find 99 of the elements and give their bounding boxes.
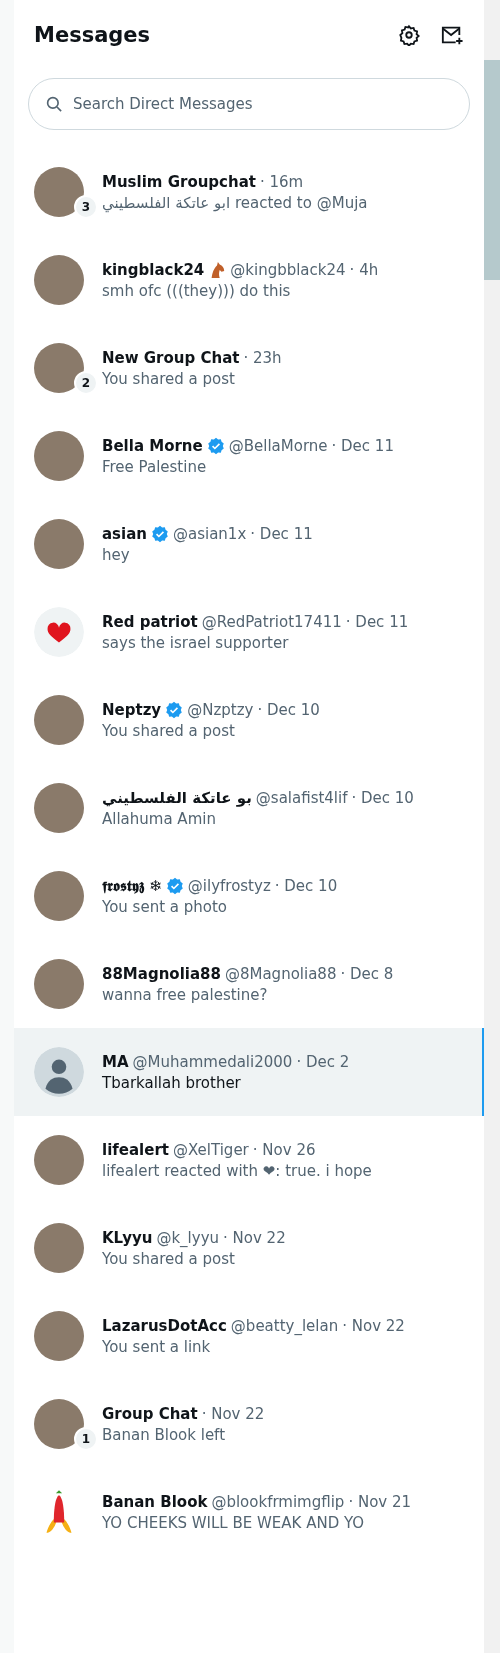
user-handle: @blookfrmimgflip	[211, 1492, 345, 1511]
message-time: · Nov 26	[252, 1140, 316, 1159]
page-title: Messages	[34, 23, 151, 47]
settings-icon[interactable]	[398, 24, 420, 46]
message-time: · 23h	[243, 348, 282, 367]
contact-name: KLyyu	[102, 1228, 153, 1247]
avatar-photo-placeholder	[34, 1223, 84, 1273]
user-handle: @salafist4lif	[255, 788, 348, 807]
conversation-item[interactable]: KLyyu @k_lyyu · Nov 22 You shared a post	[14, 1204, 484, 1292]
message-time: · Dec 11	[331, 436, 394, 455]
message-preview: Free Palestine	[102, 457, 208, 476]
contact-name: LazarusDotAcc	[102, 1316, 227, 1335]
user-handle: @kingbblack24	[230, 260, 346, 279]
avatar-photo-placeholder	[34, 871, 84, 921]
unread-count: 1	[74, 1427, 98, 1451]
unread-count: 2	[74, 371, 98, 395]
conversation-item[interactable]: Red patriot @RedPatriot17411 · Dec 11 says the israel supporter	[14, 588, 484, 676]
user-handle: @ilyfrostyz	[187, 876, 271, 895]
search-icon	[45, 95, 63, 113]
avatar-photo-placeholder	[34, 783, 84, 833]
message-preview: You shared a post	[102, 1249, 236, 1268]
unread-count: 3	[74, 195, 98, 219]
message-preview: Allahuma Amin	[102, 809, 217, 828]
message-preview: You shared a post	[102, 721, 236, 740]
user-handle: @XelTiger	[173, 1140, 249, 1159]
user-handle: @8Magnolia88	[224, 964, 337, 983]
message-time: · 16m	[259, 172, 304, 191]
conversation-item[interactable]: lifealert @XelTiger · Nov 26 lifealert reacted with ❤: true. i hope	[14, 1116, 484, 1204]
contact-name: New Group Chat	[102, 348, 240, 367]
conversation-item[interactable]: kingblack24 @kingbblack24 · 4h smh ofc (((they))) do this	[14, 236, 484, 324]
heart-avatar-icon	[34, 607, 84, 657]
contact-name: Muslim Groupchat	[102, 172, 256, 191]
avatar-photo-placeholder	[34, 519, 84, 569]
message-preview: says the israel supporter	[102, 633, 290, 652]
message-preview: Banan Blook left	[102, 1425, 227, 1444]
contact-name: Neptzy	[102, 700, 162, 719]
message-preview: YO CHEEKS WILL BE WEAK AND YO	[102, 1513, 366, 1532]
message-time: · Dec 10	[274, 876, 338, 895]
user-handle: @Nzptzy	[187, 700, 254, 719]
contact-name: Bella Morne	[102, 436, 203, 455]
message-time: · Dec 11	[345, 612, 409, 631]
message-time: · Dec 10	[351, 788, 414, 807]
contact-name: 88Magnolia88	[102, 964, 221, 983]
new-message-icon[interactable]	[440, 24, 464, 46]
avatar-photo-placeholder	[34, 255, 84, 305]
contact-name: Banan Blook	[102, 1492, 208, 1511]
avatar-photo-placeholder	[34, 1135, 84, 1185]
conversation-item[interactable]: 2 New Group Chat · 23h You shared a post	[14, 324, 484, 412]
contact-name: بو عاتكة الفلسطيني	[102, 788, 252, 807]
message-time: · Nov 22	[342, 1316, 405, 1335]
conversation-item[interactable]: asian @asian1x · Dec 11 hey	[14, 500, 484, 588]
contact-name: MA	[102, 1052, 129, 1071]
conversation-item[interactable]: 88Magnolia88 @8Magnolia88 · Dec 8 wanna free palestine?	[14, 940, 484, 1028]
user-handle: @beatty_lelan	[230, 1316, 339, 1335]
message-preview: Tbarkallah brother	[102, 1073, 242, 1092]
message-time: · Dec 10	[257, 700, 320, 719]
message-preview: You shared a post	[102, 369, 236, 388]
message-time: · Nov 21	[348, 1492, 412, 1511]
avatar-photo-placeholder	[34, 695, 84, 745]
user-handle: @Muhammedali2000	[132, 1052, 293, 1071]
conversation-item[interactable]: Banan Blook @blookfrmimgflip · Nov 21 YO CHEEKS WILL BE WEAK AND YO	[14, 1468, 484, 1556]
search-input[interactable]: Search Direct Messages	[71, 94, 453, 114]
message-preview: You sent a photo	[102, 897, 229, 916]
avatar-photo-placeholder	[34, 1311, 84, 1361]
message-preview: You sent a link	[102, 1337, 212, 1356]
conversation-item[interactable]: MA @Muhammedali2000 · Dec 2 Tbarkallah brother	[14, 1028, 484, 1116]
contact-name: Red patriot	[102, 612, 198, 631]
message-time: · Dec 8	[340, 964, 394, 983]
contact-name: asian	[102, 524, 147, 543]
conversation-item[interactable]: LazarusDotAcc @beatty_lelan · Nov 22 You sent a link	[14, 1292, 484, 1380]
avatar-photo-placeholder	[34, 959, 84, 1009]
message-preview: lifealert reacted with ❤: true. i hope	[102, 1161, 372, 1180]
conversation-item[interactable]: 𝖋𝖗𝖔𝖘𝖙𝖞𝖟 ❄ @ilyfrostyz · Dec 10 You sent a photo	[14, 852, 484, 940]
avatar-photo-placeholder	[34, 167, 84, 217]
message-time: · Nov 22	[223, 1228, 286, 1247]
user-handle: @k_lyyu	[156, 1228, 220, 1247]
message-time: · 4h	[349, 260, 379, 279]
message-preview: hey	[102, 545, 131, 564]
contact-name: kingblack24	[102, 260, 205, 279]
user-handle: @asian1x	[173, 524, 247, 543]
message-preview: smh ofc (((they))) do this	[102, 281, 292, 300]
avatar-photo-placeholder	[34, 431, 84, 481]
message-time: · Nov 22	[201, 1404, 265, 1423]
avatar-photo-placeholder	[34, 343, 84, 393]
conversation-item[interactable]: Bella Morne @BellaMorne · Dec 11 Free Palestine	[14, 412, 484, 500]
message-time: · Dec 11	[250, 524, 313, 543]
message-preview: ابو عاتكة الفلسطيني reacted to @Muja	[102, 193, 368, 212]
default-avatar-icon	[34, 1047, 84, 1097]
avatar-photo-placeholder	[34, 1399, 84, 1449]
user-handle: @RedPatriot17411	[201, 612, 342, 631]
contact-name: lifealert	[102, 1140, 169, 1159]
scrollbar-track[interactable]	[484, 0, 500, 1653]
message-time: · Dec 2	[296, 1052, 350, 1071]
message-preview: wanna free palestine?	[102, 985, 269, 1004]
conversation-item[interactable]: Neptzy @Nzptzy · Dec 10 You shared a post	[14, 676, 484, 764]
user-handle: @BellaMorne	[228, 436, 328, 455]
contact-name: 𝖋𝖗𝖔𝖘𝖙𝖞𝖟 ❄	[102, 876, 162, 895]
contact-name: Group Chat	[102, 1404, 198, 1423]
conversation-item[interactable]: 1 Group Chat · Nov 22 Banan Blook left	[14, 1380, 484, 1468]
